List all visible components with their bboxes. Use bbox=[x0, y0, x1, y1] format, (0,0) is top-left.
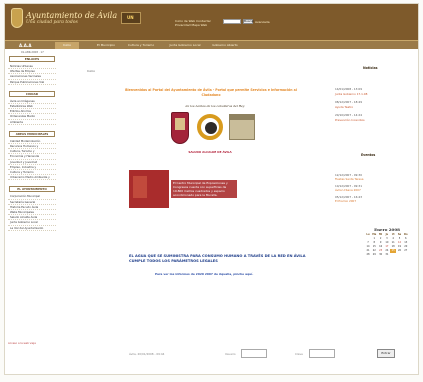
tab-cultura-turismo[interactable]: Cultura y Turismo bbox=[123, 42, 159, 49]
tab-municipio[interactable]: El Municipio bbox=[91, 42, 121, 49]
calendar-title: Enero 2008 bbox=[374, 227, 400, 232]
tab-junta-gobierno[interactable]: Junta Gobierno Local bbox=[165, 42, 205, 49]
search-input[interactable] bbox=[223, 19, 241, 24]
footer-date: Ávila, 20/01/2008 - 09:44 bbox=[129, 352, 165, 356]
event-link[interactable]: Ávila Urbana 2007 bbox=[335, 188, 361, 193]
crest-icon bbox=[11, 8, 23, 28]
calendar-day[interactable]: 28 bbox=[365, 253, 371, 257]
site-logo[interactable]: Ayuntamiento de Ávila Una ciudad para to… bbox=[11, 8, 117, 28]
sidebar-section-title: ENLACES bbox=[9, 56, 55, 62]
alcalde-link[interactable]: SALUDO ALCALDE DE ÁVILA bbox=[165, 150, 255, 154]
sidebar-link[interactable]: La Voz del Ayuntamiento bbox=[8, 226, 56, 231]
text-size-control[interactable]: A.A.A bbox=[19, 43, 31, 48]
calendar-day bbox=[390, 253, 396, 257]
user-input[interactable] bbox=[241, 349, 267, 358]
sidebar-section: ENLACES Noticias Urbanas Ofertas de Empleo… bbox=[8, 56, 56, 85]
header-badge-text: UN bbox=[127, 15, 134, 20]
user-label: Usuario bbox=[225, 352, 236, 356]
event-link[interactable]: El Premio 2007 bbox=[335, 199, 356, 204]
calendar-day[interactable]: 31 bbox=[384, 253, 390, 257]
sidebar-link[interactable]: Parque Publicaciones Vial bbox=[8, 80, 56, 85]
sidebar-section-title: EL AYUNTAMIENTO bbox=[9, 186, 55, 193]
news-link[interactable]: Junta Gobierno 17.1.08 bbox=[335, 92, 367, 97]
password-input[interactable] bbox=[309, 349, 335, 358]
emblem-banner[interactable] bbox=[155, 108, 263, 150]
sidebar-link[interactable]: Ambiente bbox=[8, 120, 56, 125]
sidebar-section-title: AREAS MUNICIPALES bbox=[9, 130, 55, 137]
water-report-link[interactable]: Para ver los informes de 2020 2007 de Aq… bbox=[155, 272, 253, 276]
left-sidebar: 01-ABR-2008 · 17 ENLACES Noticias Urbanas… bbox=[8, 51, 56, 351]
page-frame: Ayuntamiento de Ávila Una ciudad para to… bbox=[4, 3, 419, 375]
calendar-day bbox=[396, 253, 402, 257]
header-links: Inicio de Web Contactar Privacidad Mapa … bbox=[175, 19, 211, 27]
page-title: Inicio bbox=[87, 69, 95, 73]
login-button[interactable]: Entrar bbox=[377, 349, 395, 358]
main-nav: A.A.A Inicio El Municipio Cultura y Turi… bbox=[5, 40, 418, 49]
sidebar-section: AREAS MUNICIPALES Calidad Modernización Re… bbox=[8, 130, 56, 181]
tower-icon bbox=[175, 118, 185, 130]
welcome-heading: Bienvenidos al Portal del Ayuntamiento d… bbox=[125, 88, 297, 97]
calendar-grid: Lu Ma Mi Ju Vi Sa Do 1 2 3 4 5 6 7 8 9 10 11 12 13 14 15 16 17 1… bbox=[365, 233, 409, 257]
sidebar-section: EL AYUNTAMIENTO Corporación Municipal Secr… bbox=[8, 186, 56, 231]
tab-gobierno-abierto[interactable]: Gobierno Abierto bbox=[211, 42, 239, 49]
events-calendar: Enero 2008 Lu Ma Mi Ju Vi Sa Do 1 2 3 4 5 6 7 8 9 10 11 12… bbox=[365, 227, 409, 267]
tab-inicio[interactable]: Inicio bbox=[55, 42, 79, 49]
sidebar-link[interactable]: Urbanismo Medio Ambiente y bbox=[8, 175, 56, 181]
logo-subtitle: Una ciudad para todos bbox=[26, 20, 78, 25]
events-heading: Eventos bbox=[361, 153, 376, 157]
logo-title: Ayuntamiento de Ávila bbox=[26, 11, 118, 20]
sidebar-section: CIUDAD Ávila en Imágenes Estadísticas Web E… bbox=[8, 90, 56, 125]
calendar-day[interactable]: 29 bbox=[371, 253, 377, 257]
calendar-day bbox=[403, 253, 409, 257]
logo-center-icon bbox=[205, 122, 217, 134]
header-link[interactable]: Privacidad Mapa Web bbox=[175, 23, 211, 27]
page-footer: Ávila, 20/01/2008 - 09:44 Usuario Clave … bbox=[5, 342, 418, 370]
news-link[interactable]: Ayuda Teatro bbox=[335, 105, 353, 110]
congress-center-text: El Centro Municipal de Exposiciones y Co… bbox=[171, 180, 237, 198]
news-heading: Noticias bbox=[363, 66, 378, 70]
news-link[interactable]: Prevención Incendios bbox=[335, 118, 365, 123]
calendar-day[interactable]: 30 bbox=[378, 253, 384, 257]
search-button[interactable]: Buscar bbox=[243, 19, 254, 24]
event-link[interactable]: Fiestas Santa Teresa bbox=[335, 177, 363, 182]
password-label: Clave bbox=[295, 352, 303, 356]
building-roof bbox=[229, 114, 255, 120]
site-header: Ayuntamiento de Ávila Una ciudad para to… bbox=[5, 4, 418, 40]
congress-center-detail bbox=[133, 176, 147, 198]
water-notice-title: EL AGUA QUE SE SUMINISTRA PARA CONSUMO H… bbox=[129, 254, 306, 263]
advanced-search-link[interactable]: Avanzada bbox=[255, 20, 270, 24]
sidebar-section-title: CIUDAD bbox=[9, 90, 55, 97]
